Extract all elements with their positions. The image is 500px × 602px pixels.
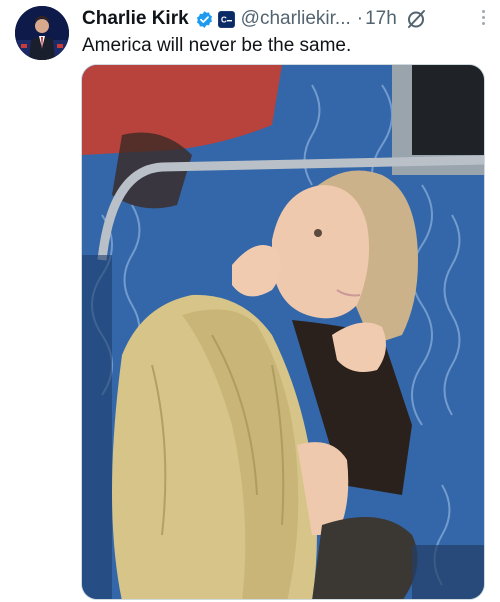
avatar[interactable]: [15, 6, 69, 60]
affiliate-badge-icon[interactable]: C: [217, 10, 235, 28]
verified-badge-icon[interactable]: [195, 10, 214, 29]
separator-dot: ·: [356, 8, 364, 29]
tweet-media-photo[interactable]: [81, 64, 485, 600]
more-options-icon[interactable]: [480, 10, 486, 25]
tweet-text: America will never be the same.: [82, 35, 352, 56]
grok-icon[interactable]: [405, 8, 427, 30]
tweet-timestamp[interactable]: 17h: [365, 8, 397, 30]
author-handle[interactable]: @charliekir...: [241, 8, 351, 30]
tweet-header: Charlie Kirk C @charliekir... · 17h: [82, 6, 486, 32]
author-name[interactable]: Charlie Kirk: [82, 8, 189, 30]
tweet[interactable]: Charlie Kirk C @charliekir... · 17h Amer…: [0, 0, 500, 602]
svg-text:C: C: [221, 15, 227, 24]
